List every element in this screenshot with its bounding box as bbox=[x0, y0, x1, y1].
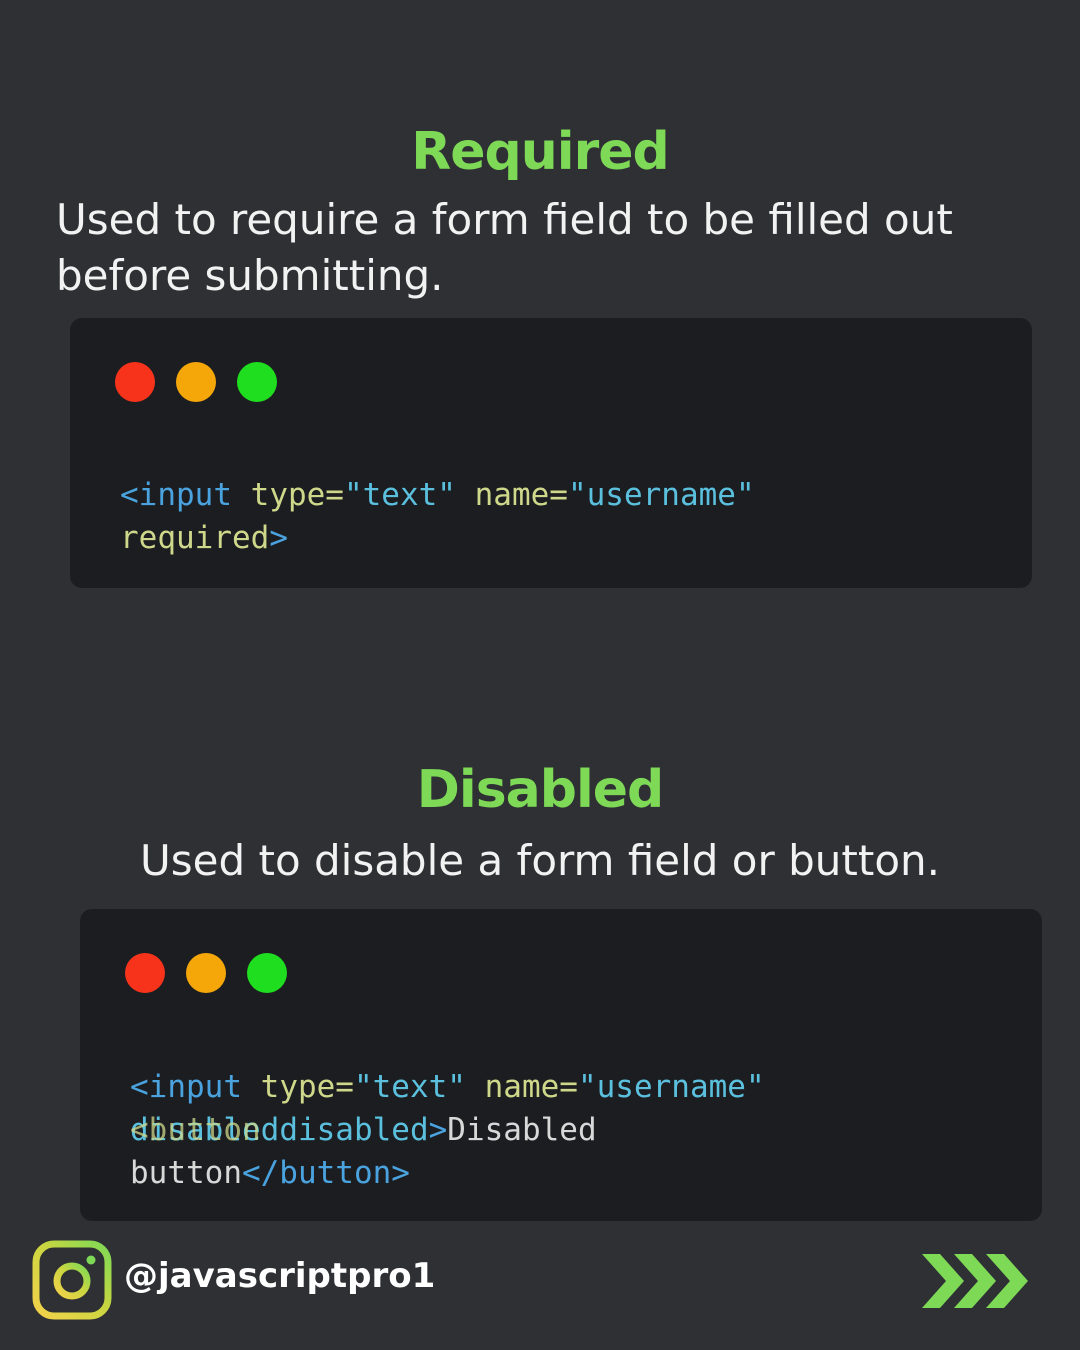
code-tag: <input bbox=[130, 1069, 242, 1105]
code-tag: > bbox=[428, 1112, 448, 1148]
code-tag: <button bbox=[130, 1112, 261, 1148]
code-snippet: <input type="text" name="username" disab… bbox=[130, 1066, 765, 1195]
code-attr-value: "username" bbox=[577, 1069, 765, 1105]
code-attr-name: type= bbox=[250, 477, 344, 513]
code-attr-name: type= bbox=[260, 1069, 354, 1105]
minimize-dot-icon bbox=[186, 953, 226, 993]
minimize-dot-icon bbox=[176, 362, 216, 402]
section-description-required: Used to require a form field to be fille… bbox=[56, 192, 953, 304]
description-line: Used to disable a form field or button. bbox=[140, 836, 940, 885]
code-attr-name: name= bbox=[484, 1069, 578, 1105]
description-line: Used to require a form field to be fille… bbox=[56, 195, 953, 244]
code-attr-name: name= bbox=[474, 477, 568, 513]
instagram-icon[interactable] bbox=[32, 1240, 112, 1320]
code-overlap-glitch: disabled <button bbox=[130, 1109, 279, 1152]
code-attr-name: required bbox=[120, 520, 270, 556]
close-dot-icon bbox=[125, 953, 165, 993]
code-tag: </button> bbox=[241, 1155, 410, 1191]
code-attr-name: disabled bbox=[279, 1112, 429, 1148]
code-attr-value: "username" bbox=[567, 477, 755, 513]
code-attr-value: "text" bbox=[343, 477, 456, 513]
close-dot-icon bbox=[115, 362, 155, 402]
section-description-disabled: Used to disable a form field or button. bbox=[0, 833, 1080, 889]
maximize-dot-icon bbox=[237, 362, 277, 402]
code-text: button bbox=[130, 1155, 242, 1191]
code-snippet: <input type="text" name="username" requi… bbox=[120, 474, 755, 560]
section-title-disabled: Disabled bbox=[416, 760, 665, 820]
description-line: before submitting. bbox=[56, 251, 444, 300]
account-handle[interactable]: @javascriptpro1 bbox=[124, 1256, 435, 1296]
code-tag: <input bbox=[120, 477, 232, 513]
code-block-disabled: <input type="text" name="username" disab… bbox=[80, 909, 1042, 1221]
code-text: Disabled bbox=[447, 1112, 597, 1148]
maximize-dot-icon bbox=[247, 953, 287, 993]
code-tag: > bbox=[269, 520, 288, 556]
triple-chevron-right-icon[interactable] bbox=[918, 1248, 1034, 1314]
section-title-required: Required bbox=[411, 122, 670, 182]
code-block-required: <input type="text" name="username" requi… bbox=[70, 318, 1032, 588]
code-attr-value: "text" bbox=[353, 1069, 466, 1105]
